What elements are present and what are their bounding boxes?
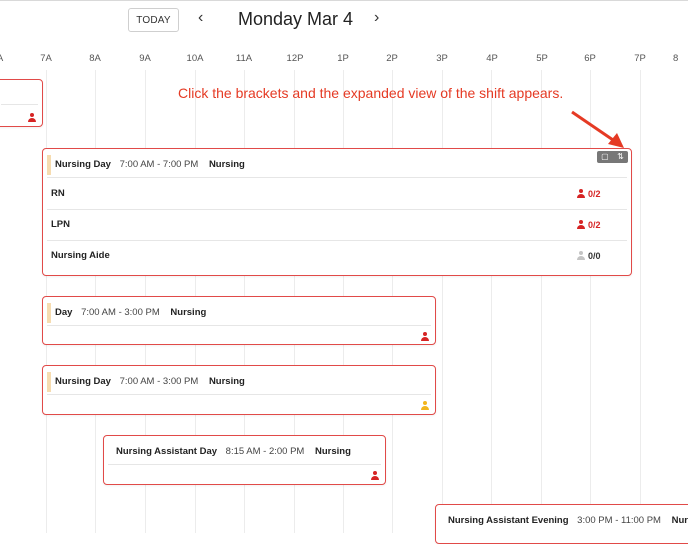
next-day-button[interactable]: › (374, 9, 379, 27)
hour-label: 7A (40, 53, 52, 64)
role-label: LPN (51, 219, 70, 230)
card-divider (47, 177, 627, 178)
shift-department: Nursing (208, 159, 245, 170)
shift-time: 8:15 AM - 2:00 PM (225, 446, 305, 457)
hour-label: 8A (89, 53, 101, 64)
shift-name: Day (55, 307, 73, 318)
card-divider (108, 464, 381, 465)
card-divider (47, 209, 627, 210)
hour-gridline (640, 70, 641, 533)
shift-header: Nursing Assistant Evening 3:00 PM - 11:0… (448, 515, 688, 526)
hour-gridline (541, 70, 542, 533)
shift-department: Nursing (314, 446, 351, 457)
staff-icon (28, 113, 36, 122)
hour-gridline (442, 70, 443, 533)
shift-card-partial[interactable] (0, 79, 43, 127)
hour-label: A (0, 53, 15, 64)
shift-card[interactable]: Nursing Day 7:00 AM - 3:00 PM Nursing (42, 365, 436, 415)
shift-name: Nursing Day (55, 159, 111, 170)
shift-header: Nursing Day 7:00 AM - 7:00 PM Nursing (55, 159, 245, 170)
hour-label: 1P (337, 53, 349, 64)
shift-department: Nursing (208, 376, 245, 387)
role-label: Nursing Aide (51, 250, 110, 261)
top-divider (0, 0, 688, 1)
annotation-text: Click the brackets and the expanded view… (178, 85, 564, 101)
today-button[interactable]: TODAY (128, 8, 179, 32)
shift-name: Nursing Day (55, 376, 111, 387)
prev-day-button[interactable]: ‹ (198, 9, 203, 27)
shift-name: Nursing Assistant Day (116, 446, 218, 457)
card-divider (1, 104, 38, 105)
staff-icon (421, 332, 429, 341)
staff-icon (577, 220, 585, 229)
hour-label: 6P (584, 53, 596, 64)
shift-header: Day 7:00 AM - 3:00 PM Nursing (55, 307, 206, 318)
shift-color-bar (47, 155, 51, 175)
staff-icon (421, 401, 429, 410)
shift-department: Nursi (671, 515, 688, 526)
shift-time: 7:00 AM - 3:00 PM (81, 307, 160, 318)
hour-label: 9A (139, 53, 151, 64)
hour-label: 3P (436, 53, 448, 64)
trash-icon[interactable]: ▢ (601, 151, 609, 163)
card-divider (47, 240, 627, 241)
shift-card[interactable]: Day 7:00 AM - 3:00 PM Nursing (42, 296, 436, 345)
card-divider (47, 394, 431, 395)
shift-header: Nursing Day 7:00 AM - 3:00 PM Nursing (55, 376, 245, 387)
staff-icon (577, 251, 585, 260)
shift-card[interactable]: Nursing Assistant Day 8:15 AM - 2:00 PM … (103, 435, 386, 485)
hour-label: 7P (634, 53, 646, 64)
collapse-brackets-icon[interactable]: ⇅ (617, 151, 624, 163)
shift-time: 7:00 AM - 7:00 PM (119, 159, 199, 170)
role-count: 0/2 (588, 220, 601, 230)
shift-time: 3:00 PM - 11:00 PM (577, 515, 661, 526)
shift-header: Nursing Assistant Day 8:15 AM - 2:00 PM … (116, 446, 351, 457)
date-title: Monday Mar 4 (238, 9, 354, 29)
shift-color-bar (47, 303, 51, 323)
shift-color-bar (47, 372, 51, 392)
role-count: 0/2 (588, 189, 601, 199)
staff-icon (577, 189, 585, 198)
hour-label: 5P (536, 53, 548, 64)
role-label: RN (51, 188, 65, 199)
card-divider (47, 325, 431, 326)
staff-icon (371, 471, 379, 480)
shift-card[interactable]: Nursing Assistant Evening 3:00 PM - 11:0… (435, 504, 688, 544)
hour-label: 10A (186, 53, 204, 64)
shift-time: 7:00 AM - 3:00 PM (119, 376, 199, 387)
hour-label: 11A (235, 53, 253, 64)
hour-gridline (491, 70, 492, 533)
shift-name: Nursing Assistant Evening (448, 515, 569, 526)
expanded-shift-card[interactable]: Nursing Day 7:00 AM - 7:00 PM Nursing RN… (42, 148, 632, 276)
shift-department: Nursing (170, 307, 207, 318)
shift-controls: ▢ ⇅ (597, 151, 628, 163)
role-count: 0/0 (588, 251, 601, 261)
annotation-arrow-icon (571, 110, 624, 148)
hour-label: 2P (386, 53, 398, 64)
hour-label: 12P (286, 53, 304, 64)
hour-label: 8 (673, 53, 679, 64)
hour-label: 4P (486, 53, 498, 64)
